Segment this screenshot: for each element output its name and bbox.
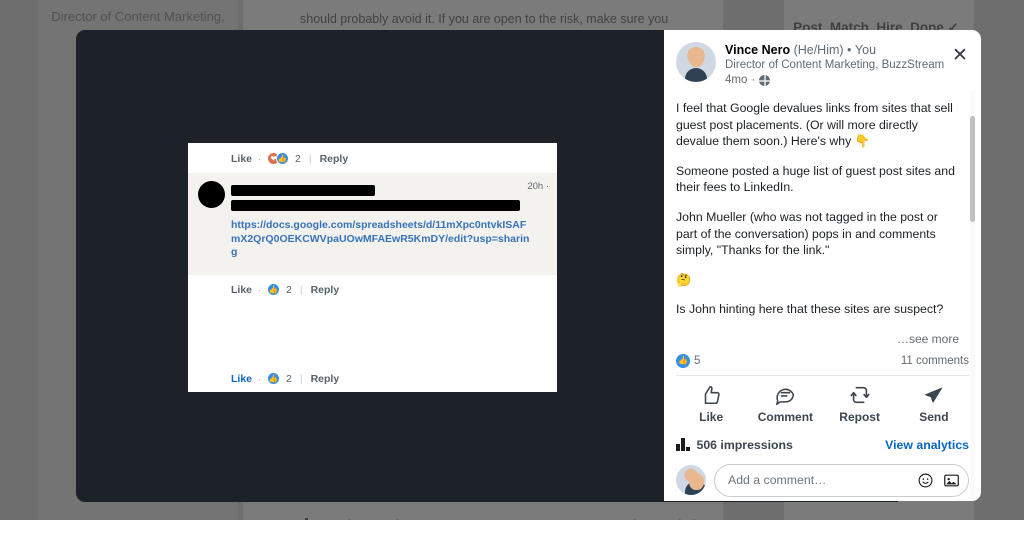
thumbs-up-reaction-icon: 👍 [267, 372, 281, 385]
bar-chart-icon [676, 438, 690, 452]
impressions-count: 506 impressions [696, 437, 793, 452]
send-button-label: Send [919, 409, 949, 424]
divider [676, 374, 969, 376]
emoji-smiley-icon[interactable] [917, 472, 934, 489]
reaction-icons: ❤ 👍 [267, 152, 290, 165]
screenshot-like-label-3[interactable]: Like [231, 373, 252, 385]
screenshot-google-sheets-link[interactable]: https://docs.google.com/spreadsheets/d/1… [231, 219, 531, 260]
reactions-summary[interactable]: 👍 5 [676, 353, 701, 368]
screenshot-reply-label-2[interactable]: Reply [311, 284, 340, 296]
comment-input[interactable] [728, 473, 908, 488]
screenshot-dot: · [258, 153, 262, 164]
post-author-header: Vince Nero (He/Him) • You Director of Co… [664, 30, 981, 88]
screenshot-reaction-count: 2 [295, 152, 301, 165]
post-screenshot-image[interactable]: Like · ❤ 👍 2 | Reply 20h · https://docs.… [188, 143, 557, 392]
post-paragraph-2: Someone posted a huge list of guest post… [676, 163, 955, 195]
comment-composer [676, 463, 969, 497]
author-pronouns: (He/Him) [793, 43, 844, 57]
screenshot-comment-timestamp: 20h · [527, 181, 549, 192]
reaction-icons-2: 👍 [267, 283, 281, 296]
post-detail-panel: Vince Nero (He/Him) • You Director of Co… [664, 30, 981, 501]
comment-button-label: Comment [757, 409, 814, 424]
screenshot-reaction-count-3: 2 [286, 372, 292, 385]
screenshot-like-label-2[interactable]: Like [231, 284, 252, 296]
screenshot-top-comment-actions: Like · ❤ 👍 2 | Reply [188, 143, 557, 165]
image-icon[interactable] [943, 472, 960, 489]
thumbs-up-icon [704, 385, 720, 404]
repost-button[interactable]: Repost [823, 384, 897, 424]
social-counts-row: 👍 5 11 comments [676, 353, 969, 368]
repost-icon [850, 386, 870, 403]
repost-button-label: Repost [839, 409, 880, 424]
author-separator: • [847, 43, 852, 57]
screenshot-pipe: | [308, 152, 312, 165]
comments-count[interactable]: 11 comments [901, 355, 969, 367]
screenshot-reply-label-3[interactable]: Reply [311, 373, 340, 385]
post-timestamp-row: 4mo · [725, 73, 969, 88]
author-name-row: Vince Nero (He/Him) • You [725, 42, 969, 58]
post-text: I feel that Google devalues links from s… [676, 100, 959, 348]
avatar [198, 181, 225, 208]
background-feed-paragraph: should probably avoid it. If you are ope… [300, 12, 669, 26]
screenshot-reaction-count-2: 2 [286, 283, 292, 296]
thumbs-up-reaction-icon: 👍 [276, 152, 290, 165]
screenshot-pipe-3: | [299, 372, 303, 385]
background-feed-text: should probably avoid it. If you are ope… [300, 0, 710, 30]
post-paragraph-1: I feel that Google devalues links from s… [676, 101, 953, 149]
comment-input-box[interactable] [714, 463, 969, 497]
avatar[interactable] [676, 42, 716, 82]
post-paragraph-5: Is John hinting here that these sites ar… [676, 302, 944, 317]
send-button[interactable]: Send [897, 384, 971, 424]
screenshot-redacted-comment: 20h · https://docs.google.com/spreadshee… [188, 173, 557, 275]
like-button-label: Like [699, 409, 724, 424]
analytics-row: 506 impressions View analytics [676, 438, 969, 452]
author-name[interactable]: Vince Nero [725, 43, 790, 57]
globe-icon [759, 75, 771, 86]
author-headline: Director of Content Marketing, BuzzStrea… [725, 59, 945, 71]
redacted-author-bar [231, 185, 375, 196]
reaction-icons-3: 👍 [267, 372, 281, 385]
avatar[interactable] [676, 465, 706, 496]
see-more-link[interactable]: …see more [676, 331, 959, 348]
view-analytics-link[interactable]: View analytics [885, 438, 969, 452]
background-bottom-strip [0, 520, 1024, 546]
redacted-text-bar [231, 200, 520, 211]
screenshot-dot-3: · [258, 373, 262, 384]
screenshot-pipe-2: | [299, 283, 303, 296]
send-paper-plane-icon [925, 386, 943, 403]
screenshot-dot-2: · [258, 284, 262, 295]
screenshot-mueller-comment-actions: Like · 👍 2 | Reply [188, 366, 557, 385]
screenshot-redacted-comment-actions: Like · 👍 2 | Reply [188, 275, 557, 296]
like-button[interactable]: Like [674, 384, 748, 424]
time-separator: · [751, 74, 756, 86]
thumbs-up-icon: 👍 [676, 353, 690, 368]
screenshot-like-label[interactable]: Like [231, 153, 252, 165]
comment-bubble-icon [776, 388, 795, 405]
comment-button[interactable]: Comment [748, 384, 822, 424]
panel-scrollbar-thumb[interactable] [970, 116, 975, 222]
screenshot-reply-label[interactable]: Reply [320, 153, 349, 165]
post-time: 4mo [725, 74, 748, 86]
impressions-group: 506 impressions [676, 438, 793, 452]
post-paragraph-3: John Mueller (who was not tagged in the … [676, 209, 938, 258]
thumbs-up-reaction-icon: 👍 [267, 283, 281, 296]
screen: Director of Content Marketing, BuzzStrea… [0, 0, 1024, 546]
reaction-count: 5 [694, 354, 701, 367]
post-paragraph-4: 🤔 [676, 272, 692, 287]
author-you-badge: You [854, 43, 877, 57]
close-icon[interactable]: ✕ [947, 42, 973, 68]
post-action-bar: Like Comment Repost Send [674, 384, 971, 424]
